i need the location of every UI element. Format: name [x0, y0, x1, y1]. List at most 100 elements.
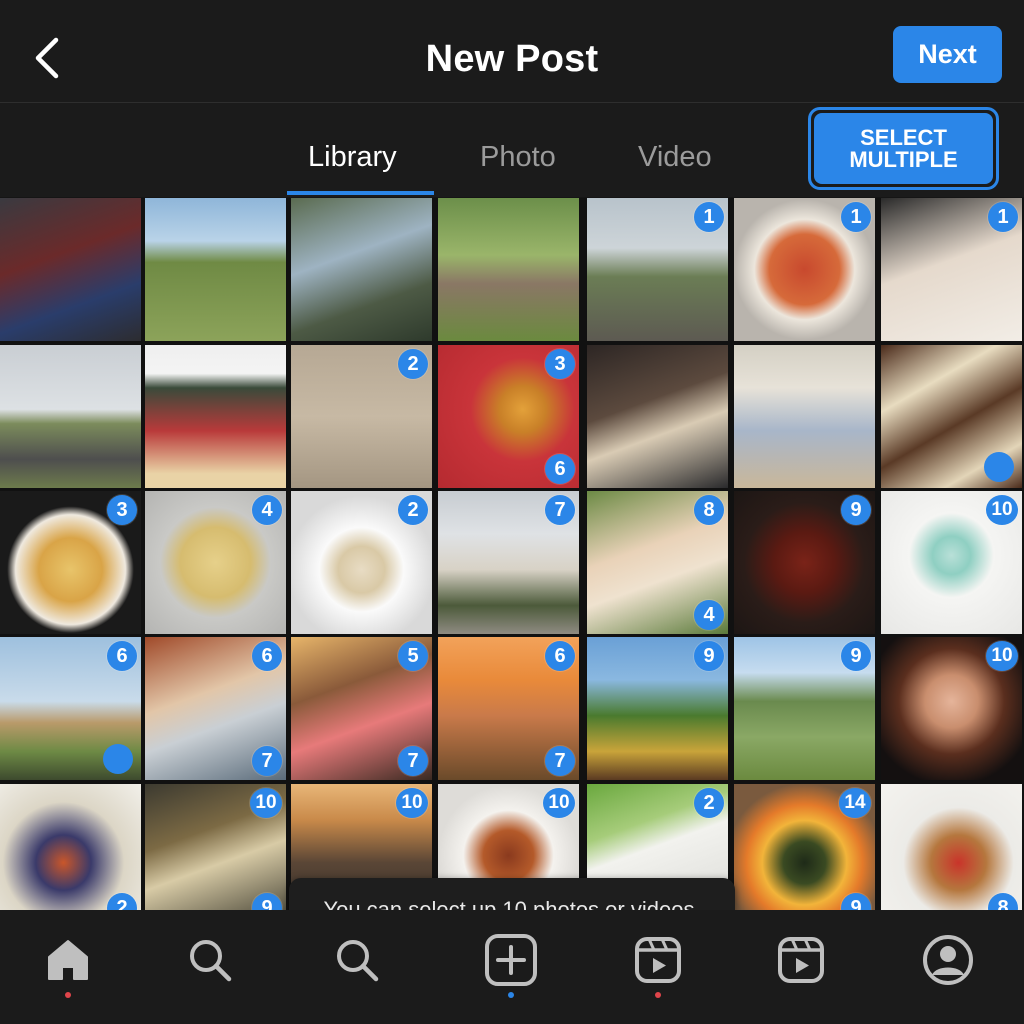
thumbnail-image: [0, 345, 141, 488]
selection-count-badge: 9: [841, 495, 871, 525]
media-thumbnail[interactable]: [291, 198, 432, 341]
nav-reels[interactable]: [628, 930, 688, 990]
tab-library[interactable]: Library: [308, 141, 397, 174]
selection-count-badge: 10: [250, 788, 282, 818]
media-thumbnail[interactable]: 2: [291, 345, 432, 488]
media-thumbnail[interactable]: [145, 198, 286, 341]
thumbnail-image: [0, 198, 141, 341]
selection-count-badge: 9: [841, 641, 871, 671]
selection-count-badge: 7: [545, 746, 575, 776]
media-thumbnail[interactable]: 9: [587, 637, 728, 780]
media-thumbnail[interactable]: 67: [145, 637, 286, 780]
media-thumbnail[interactable]: 9: [734, 491, 875, 634]
nav-search[interactable]: [180, 930, 240, 990]
select-multiple-line1: SELECT: [860, 124, 947, 150]
selection-count-badge: 1: [988, 202, 1018, 232]
selection-count-badge: 7: [398, 746, 428, 776]
reels-notification-dot: [655, 992, 661, 998]
nav-profile[interactable]: [918, 930, 978, 990]
search-icon: [190, 940, 232, 982]
next-button[interactable]: Next: [893, 26, 1002, 83]
media-thumbnail[interactable]: 2: [0, 784, 141, 910]
selection-indicator: [103, 744, 133, 774]
media-thumbnail[interactable]: 10: [881, 637, 1022, 780]
page-title: New Post: [425, 38, 599, 80]
media-thumbnail[interactable]: 8: [881, 784, 1022, 910]
selection-count-badge: 3: [545, 349, 575, 379]
reels-icon: [778, 937, 824, 983]
select-multiple-button[interactable]: SELECT MULTIPLE: [808, 107, 999, 190]
thumbnail-image: [0, 784, 141, 910]
selection-count-badge: 14: [839, 788, 871, 818]
selection-count-badge: 4: [694, 600, 724, 630]
thumbnail-image: [881, 784, 1022, 910]
bottom-nav: [0, 910, 1024, 1024]
selection-count-badge: 6: [545, 641, 575, 671]
nav-explore[interactable]: [327, 930, 387, 990]
media-grid: 1 1 1 2 3 6 3 4 2 7 8 4 9 10 6 6 7 5 7 6 7 9 9 10 2 10 9 10 10 2 14 9 8: [0, 198, 1024, 910]
selection-count-badge: 1: [694, 202, 724, 232]
media-thumbnail[interactable]: [587, 345, 728, 488]
media-thumbnail[interactable]: 57: [291, 637, 432, 780]
media-thumbnail[interactable]: 3: [0, 491, 141, 634]
selection-count-badge: 10: [543, 788, 575, 818]
media-thumbnail[interactable]: 1: [587, 198, 728, 341]
thumbnail-image: [291, 198, 432, 341]
reels-icon: [635, 937, 681, 983]
selection-count-badge: 1: [841, 202, 871, 232]
selection-count-badge: 6: [107, 641, 137, 671]
thumbnail-image: [587, 345, 728, 488]
thumbnail-image: [438, 198, 579, 341]
tab-video[interactable]: Video: [638, 141, 712, 174]
nav-home[interactable]: [38, 930, 98, 990]
thumbnail-image: [734, 345, 875, 488]
select-multiple-line2: MULTIPLE: [849, 146, 958, 172]
source-tabs: Library Photo Video SELECT MULTIPLE: [0, 103, 1024, 197]
media-thumbnail[interactable]: 1: [881, 198, 1022, 341]
selection-count-badge: 6: [545, 454, 575, 484]
media-thumbnail[interactable]: 67: [438, 637, 579, 780]
media-thumbnail[interactable]: 2: [291, 491, 432, 634]
media-thumbnail[interactable]: [145, 345, 286, 488]
thumbnail-image: [145, 345, 286, 488]
selection-count-badge: 4: [252, 495, 282, 525]
media-thumbnail[interactable]: 14 9: [734, 784, 875, 910]
selection-count-badge: 5: [398, 641, 428, 671]
selection-count-badge: 7: [252, 746, 282, 776]
media-thumbnail[interactable]: 10 9: [145, 784, 286, 910]
selection-count-badge: 10: [986, 495, 1018, 525]
selection-count-badge: 9: [694, 641, 724, 671]
media-thumbnail[interactable]: [438, 198, 579, 341]
selection-count-badge: 6: [252, 641, 282, 671]
selection-count-badge: 2: [694, 788, 724, 818]
tab-photo[interactable]: Photo: [480, 141, 556, 174]
media-thumbnail[interactable]: 10: [881, 491, 1022, 634]
media-thumbnail[interactable]: [0, 345, 141, 488]
media-thumbnail[interactable]: 84: [587, 491, 728, 634]
selection-indicator: [984, 452, 1014, 482]
selection-count-badge: 2: [398, 349, 428, 379]
media-thumbnail[interactable]: [0, 198, 141, 341]
selection-count-badge: 10: [396, 788, 428, 818]
nav-reels-2[interactable]: [771, 930, 831, 990]
media-thumbnail[interactable]: 36: [438, 345, 579, 488]
home-icon: [48, 940, 88, 980]
home-notification-dot: [65, 992, 71, 998]
nav-create[interactable]: [481, 930, 541, 990]
selection-count-badge: 10: [986, 641, 1018, 671]
media-thumbnail[interactable]: 7: [438, 491, 579, 634]
thumbnail-image: [145, 198, 286, 341]
media-thumbnail[interactable]: [734, 345, 875, 488]
selection-count-badge: 8: [694, 495, 724, 525]
media-thumbnail[interactable]: [881, 345, 1022, 488]
media-thumbnail[interactable]: 9: [734, 637, 875, 780]
create-active-dot: [508, 992, 514, 998]
selection-count-badge: 3: [107, 495, 137, 525]
media-thumbnail[interactable]: 1: [734, 198, 875, 341]
media-thumbnail[interactable]: 4: [145, 491, 286, 634]
media-thumbnail[interactable]: 6: [0, 637, 141, 780]
create-icon: [485, 934, 537, 986]
profile-icon: [923, 935, 973, 985]
selection-count-badge: 2: [398, 495, 428, 525]
search-icon: [337, 940, 379, 982]
